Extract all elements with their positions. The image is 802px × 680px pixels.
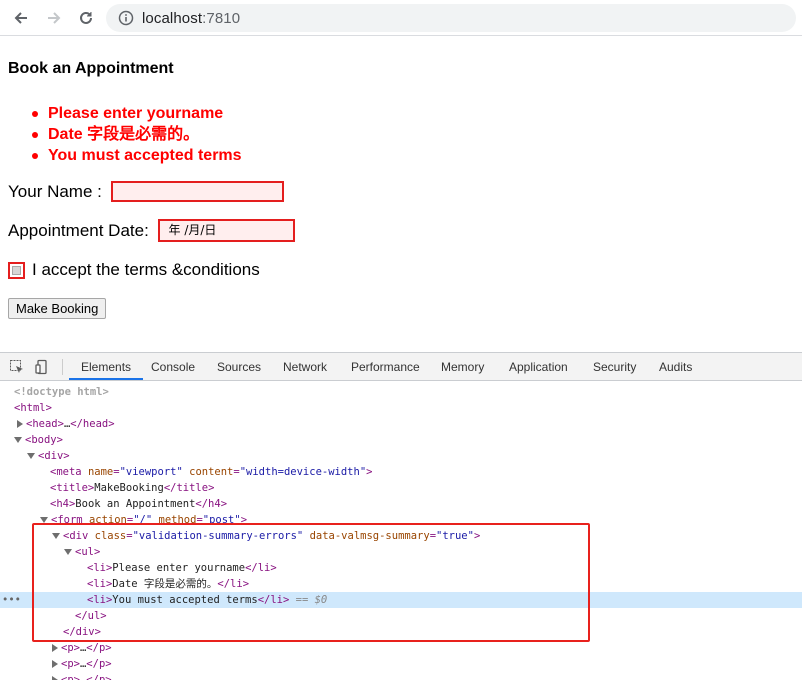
collapse-arrow-icon[interactable] [27,453,35,459]
devtools-tabbar: Elements Console Sources Network Perform… [0,353,802,381]
browser-toolbar: localhost:7810 [0,0,802,36]
forward-arrow-icon [48,12,61,24]
dom-line-doctype[interactable]: <!doctype html> [0,384,802,400]
attr-value: "width=device-width" [239,466,367,478]
attr-value: "/" [133,514,153,526]
tag-name: div [44,450,64,462]
tag-name: body [31,434,57,446]
forward-button[interactable] [43,7,65,29]
url-text: localhost:7810 [142,10,240,27]
reload-button[interactable] [75,7,97,29]
selected-node-marker: == $0 [295,594,328,606]
back-button[interactable] [10,7,32,29]
validation-error: You must accepted terms [8,145,242,166]
dom-line-h4[interactable]: <h4>Book an Appointment</h4> [0,496,802,512]
validation-error: Date 字段是必需的。 [8,124,242,145]
dom-line-li[interactable]: <li>Please enter yourname</li> [0,560,802,576]
address-bar[interactable]: localhost:7810 [106,4,796,32]
expand-arrow-icon[interactable] [52,660,58,668]
text-node: MakeBooking [94,482,164,494]
collapse-arrow-icon[interactable] [14,437,22,443]
dom-line-div-close[interactable]: </div> [0,624,802,640]
attr-value: "true" [436,530,474,542]
attr-name: name [87,466,114,478]
tab-performance[interactable]: Performance [351,353,420,381]
terms-checkbox[interactable] [8,261,25,279]
collapse-arrow-icon[interactable] [52,533,60,539]
attr-value: "post" [202,514,241,526]
dom-line-p[interactable]: <p>…</p> [0,672,802,680]
url-host: localhost [142,9,203,27]
text-node: You must accepted terms [112,594,258,606]
terms-row: I accept the terms &conditions [8,260,260,280]
tab-application[interactable]: Application [509,353,568,381]
tab-security[interactable]: Security [593,353,636,381]
tag-name: head [32,418,58,430]
tab-network[interactable]: Network [283,353,327,381]
back-arrow-icon [14,12,27,24]
dom-line-validation-div[interactable]: <div class="validation-summary-errors" d… [0,528,802,544]
make-booking-button[interactable]: Make Booking [8,298,107,319]
tab-audits[interactable]: Audits [659,353,692,381]
dom-line-p[interactable]: <p>…</p> [0,656,802,672]
dom-line-title[interactable]: <title>MakeBooking</title> [0,480,802,496]
dom-line-form[interactable]: <form action="/" method="post"> [0,512,802,528]
validation-summary: Please enter yourname Date 字段是必需的。 You m… [8,103,242,166]
dom-line-li[interactable]: <li>Date 字段是必需的。</li> [0,576,802,592]
dom-line-ul-close[interactable]: </ul> [0,608,802,624]
web-page: Book an Appointment Please enter yournam… [0,37,802,352]
text-node: Please enter yourname [112,562,246,574]
page-heading: Book an Appointment [8,60,174,77]
date-label: Appointment Date: [8,220,154,240]
tag-name: meta [56,466,82,478]
inspect-element-icon[interactable] [9,359,25,375]
dom-line-head[interactable]: <head>…</head> [0,416,802,432]
dom-line-p[interactable]: <p>…</p> [0,640,802,656]
attr-name: data-valmsg-summary [309,530,430,542]
more-options-icon[interactable]: ••• [2,592,21,608]
url-port: :7810 [202,9,241,27]
checkbox-box [12,265,21,275]
expand-arrow-icon[interactable] [17,420,23,428]
dom-line-meta[interactable]: <meta name="viewport" content="width=dev… [0,464,802,480]
name-row: Your Name : [8,181,284,202]
collapse-arrow-icon[interactable] [40,517,48,523]
name-label: Your Name : [8,181,107,201]
tab-console[interactable]: Console [151,353,195,381]
devtools-panel: Elements Console Sources Network Perform… [0,352,802,680]
dom-tree: <!doctype html> <html> <head>…</head> <b… [0,382,802,680]
text-node: Book an Appointment [75,498,196,510]
date-row: Appointment Date: 年 /月/日 [8,219,295,242]
tab-sources[interactable]: Sources [217,353,261,381]
terms-label: I accept the terms &conditions [32,260,260,279]
toolbar-separator [62,359,63,375]
reload-icon [80,11,92,24]
dom-line-li-selected[interactable]: ••• <li>You must accepted terms</li> == $… [0,592,802,608]
date-input[interactable]: 年 /月/日 [157,219,295,242]
attr-name: action [88,514,127,526]
tab-elements[interactable]: Elements [69,353,144,380]
text-node: Date 字段是必需的。 [112,578,218,590]
attr-name: class [94,530,127,542]
tab-memory[interactable]: Memory [441,353,484,381]
collapse-arrow-icon[interactable] [64,549,72,555]
dom-line-body[interactable]: <body> [0,432,802,448]
attr-name: content [189,466,234,478]
close-tag: </head> [70,418,115,430]
attr-value: "viewport" [119,466,183,478]
attr-name: method [158,514,197,526]
info-icon[interactable] [118,10,134,26]
device-toolbar-icon[interactable] [35,359,51,375]
expand-arrow-icon[interactable] [52,644,58,652]
doctype-text: <!doctype html> [14,386,109,398]
validation-error: Please enter yourname [8,103,242,124]
dom-line-html[interactable]: <html> [0,400,802,416]
expand-arrow-icon[interactable] [52,676,58,680]
dom-line-ul[interactable]: <ul> [0,544,802,560]
dom-line-div[interactable]: <div> [0,448,802,464]
attr-value: "validation-summary-errors" [132,530,304,542]
tag-name: html [20,402,46,414]
name-input[interactable] [110,181,284,202]
